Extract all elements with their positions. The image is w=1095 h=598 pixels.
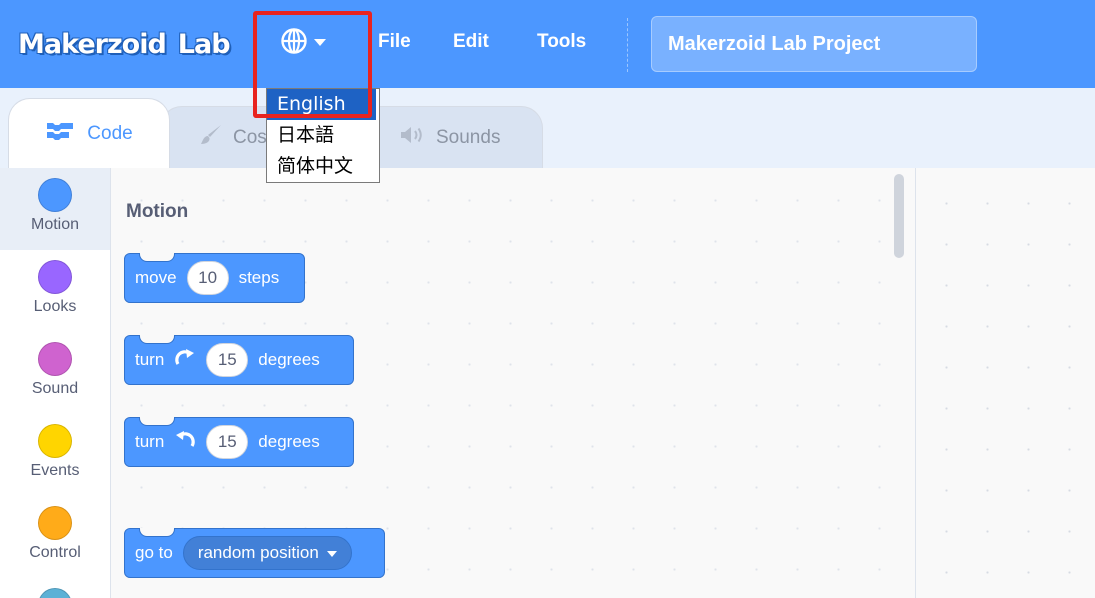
category-label: Looks (33, 298, 77, 315)
block-text: turn (135, 350, 165, 369)
project-title-input[interactable]: Makerzoid Lab Project (651, 16, 977, 72)
file-menu[interactable]: File (378, 31, 411, 53)
menu-bar: Makerzoid Lab File Edit Tools Makerzoid … (0, 0, 1095, 88)
language-option-japanese[interactable]: 日本語 (267, 120, 379, 151)
move-steps-block[interactable]: move 10 steps (124, 253, 305, 303)
motion-color-dot (38, 178, 72, 212)
language-option-simplified-chinese[interactable]: 简体中文 (267, 151, 379, 182)
logo-word-makerzoid: Makerzoid (18, 28, 167, 60)
category-control[interactable]: Control (0, 496, 110, 578)
category-events[interactable]: Events (0, 414, 110, 496)
menu-divider (627, 18, 628, 72)
turn-right-block[interactable]: turn 15 degrees (124, 335, 354, 385)
editor-tabs: Sounds Costumes Code (0, 88, 1095, 168)
rotate-left-icon (174, 430, 196, 455)
language-menu-button[interactable] (280, 24, 344, 62)
palette-scrollbar[interactable] (894, 174, 904, 258)
looks-color-dot (38, 260, 72, 294)
tab-sounds[interactable]: Sounds (355, 106, 543, 168)
category-motion[interactable]: Motion (0, 168, 110, 250)
block-text: go to (135, 543, 173, 562)
control-color-dot (38, 506, 72, 540)
degrees-input[interactable]: 15 (206, 425, 249, 459)
block-palette: Motion move 10 steps turn 15 degrees tur… (111, 168, 916, 598)
category-label: Motion (30, 216, 80, 233)
sound-color-dot (38, 342, 72, 376)
block-category-menu: Motion Looks Sound Events Control (0, 168, 111, 598)
category-label: Events (30, 462, 80, 479)
tab-sounds-label: Sounds (436, 126, 501, 148)
category-sound[interactable]: Sound (0, 332, 110, 414)
category-looks[interactable]: Looks (0, 250, 110, 332)
tab-code[interactable]: Code (8, 98, 170, 168)
edit-menu[interactable]: Edit (453, 31, 489, 53)
block-text: degrees (258, 432, 320, 451)
tools-menu[interactable]: Tools (537, 31, 586, 53)
paintbrush-icon (199, 123, 223, 153)
globe-icon (280, 27, 308, 60)
block-text: turn (135, 432, 165, 451)
block-text: steps (238, 268, 280, 287)
events-color-dot (38, 424, 72, 458)
turn-left-block[interactable]: turn 15 degrees (124, 417, 354, 467)
speaker-icon (400, 126, 426, 150)
makerzoid-lab-logo[interactable]: Makerzoid Lab (18, 22, 254, 66)
go-to-target-dropdown[interactable]: random position (182, 536, 352, 570)
palette-heading: Motion (126, 201, 189, 222)
caret-down-icon (314, 34, 326, 52)
script-workspace[interactable] (916, 168, 1095, 598)
rotate-right-icon (174, 348, 196, 373)
category-label: Sound (31, 380, 79, 397)
caret-down-icon (326, 543, 337, 563)
degrees-input[interactable]: 15 (206, 343, 249, 377)
category-label: Control (29, 544, 81, 561)
block-text: degrees (258, 350, 320, 369)
dropdown-value: random position (197, 543, 319, 562)
logo-word-lab: Lab (177, 28, 231, 60)
category-sensing[interactable] (0, 578, 110, 598)
steps-input[interactable]: 10 (186, 261, 229, 295)
language-option-english[interactable]: English (267, 89, 376, 120)
tab-code-label: Code (87, 122, 133, 144)
language-dropdown: English 日本語 简体中文 (266, 88, 380, 183)
block-text: move (135, 268, 177, 287)
code-blocks-icon (45, 121, 77, 147)
sensing-color-dot (38, 588, 72, 598)
go-to-block[interactable]: go to random position (124, 528, 385, 578)
